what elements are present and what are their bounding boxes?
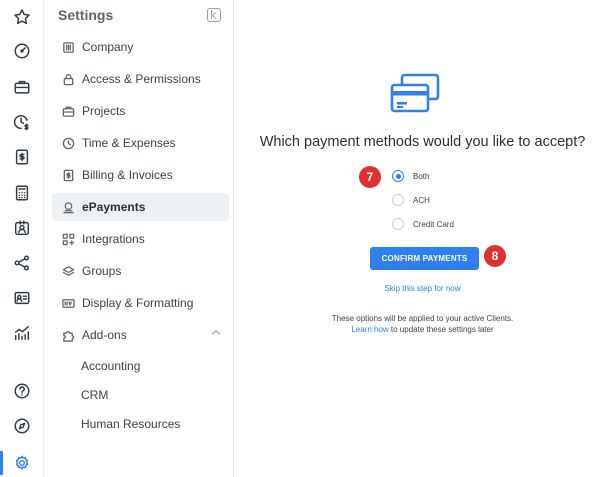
option-ach[interactable]: ACH xyxy=(392,194,430,206)
display-icon xyxy=(52,297,82,310)
settings-item-integrations[interactable]: Integrations xyxy=(52,225,229,253)
settings-item-label: Company xyxy=(82,40,134,54)
integrations-icon xyxy=(52,233,82,246)
building-icon xyxy=(52,41,82,54)
option-label: Credit Card xyxy=(413,219,454,229)
compass-icon[interactable] xyxy=(12,416,32,436)
help-icon[interactable] xyxy=(12,381,32,401)
settings-item-label: ePayments xyxy=(82,200,146,214)
addon-item-human-resources[interactable]: Human Resources xyxy=(81,417,180,431)
addon-item-accounting[interactable]: Accounting xyxy=(81,359,140,373)
settings-item-label: Access & Permissions xyxy=(82,72,201,86)
main-content: Which payment methods would you like to … xyxy=(235,0,610,477)
settings-item-label: Integrations xyxy=(82,232,145,246)
settings-icon[interactable] xyxy=(12,453,32,473)
note-line-2: Learn how to update these settings later xyxy=(235,324,610,335)
clock-icon xyxy=(52,137,82,150)
icon-rail xyxy=(0,0,44,477)
share-icon[interactable] xyxy=(12,253,32,273)
note-line-2-text: to update these settings later xyxy=(388,325,494,334)
active-indicator xyxy=(0,451,3,475)
settings-item-label: Billing & Invoices xyxy=(82,168,173,182)
payment-cards-icon xyxy=(390,73,440,113)
option-both[interactable]: Both xyxy=(392,170,429,182)
settings-item-projects[interactable]: Projects xyxy=(52,97,229,125)
invoice-icon[interactable] xyxy=(12,147,32,167)
settings-item-label: Display & Formatting xyxy=(82,296,194,310)
confirm-payments-button[interactable]: CONFIRM PAYMENTS xyxy=(370,247,479,270)
settings-item-access-permissions[interactable]: Access & Permissions xyxy=(52,65,229,93)
settings-note: These options will be applied to your ac… xyxy=(235,313,610,335)
collapse-panel-icon[interactable] xyxy=(207,8,221,22)
projects-icon xyxy=(52,105,82,118)
page-heading: Which payment methods would you like to … xyxy=(259,134,586,150)
option-credit-card[interactable]: Credit Card xyxy=(392,218,454,230)
chevron-up-icon[interactable] xyxy=(211,329,221,339)
settings-item-billing-invoices[interactable]: Billing & Invoices xyxy=(52,161,229,189)
settings-item-add-ons[interactable]: Add-ons xyxy=(52,321,229,349)
puzzle-icon xyxy=(52,329,82,342)
id-card-icon[interactable] xyxy=(12,288,32,308)
radio-ach[interactable] xyxy=(392,194,404,206)
settings-item-epayments[interactable]: ePayments xyxy=(52,193,229,221)
option-label: ACH xyxy=(413,195,430,205)
radio-credit-card[interactable] xyxy=(392,218,404,230)
settings-item-display-formatting[interactable]: Display & Formatting xyxy=(52,289,229,317)
settings-item-company[interactable]: Company xyxy=(52,33,229,61)
settings-item-label: Groups xyxy=(82,264,122,278)
settings-item-groups[interactable]: Groups xyxy=(52,257,229,285)
lock-icon xyxy=(52,73,82,86)
calculator-icon[interactable] xyxy=(12,183,32,203)
billing-icon xyxy=(52,169,82,182)
note-line-1: These options will be applied to your ac… xyxy=(331,314,514,323)
learn-how-link[interactable]: Learn how xyxy=(351,325,388,334)
dashboard-icon[interactable] xyxy=(12,41,32,61)
settings-panel: Settings Company Access & Permissions Pr… xyxy=(45,0,234,477)
briefcase-icon[interactable] xyxy=(12,77,32,97)
step-badge-8: 8 xyxy=(484,245,506,267)
step-badge-7: 7 xyxy=(359,166,381,188)
settings-item-time-expenses[interactable]: Time & Expenses xyxy=(52,129,229,157)
settings-item-label: Projects xyxy=(82,104,126,118)
radio-both[interactable] xyxy=(392,170,404,182)
epayments-icon xyxy=(52,201,82,214)
option-label: Both xyxy=(413,171,430,181)
analytics-icon[interactable] xyxy=(12,323,32,343)
skip-step-link[interactable]: Skip this step for now xyxy=(235,284,610,293)
settings-item-label: Add-ons xyxy=(82,328,127,342)
contact-icon[interactable] xyxy=(12,218,32,238)
panel-title: Settings xyxy=(58,7,114,23)
star-icon[interactable] xyxy=(12,7,32,27)
clock-dollar-icon[interactable] xyxy=(12,112,32,132)
addon-item-crm[interactable]: CRM xyxy=(81,388,108,402)
settings-item-label: Time & Expenses xyxy=(82,136,176,150)
layers-icon xyxy=(52,265,82,278)
